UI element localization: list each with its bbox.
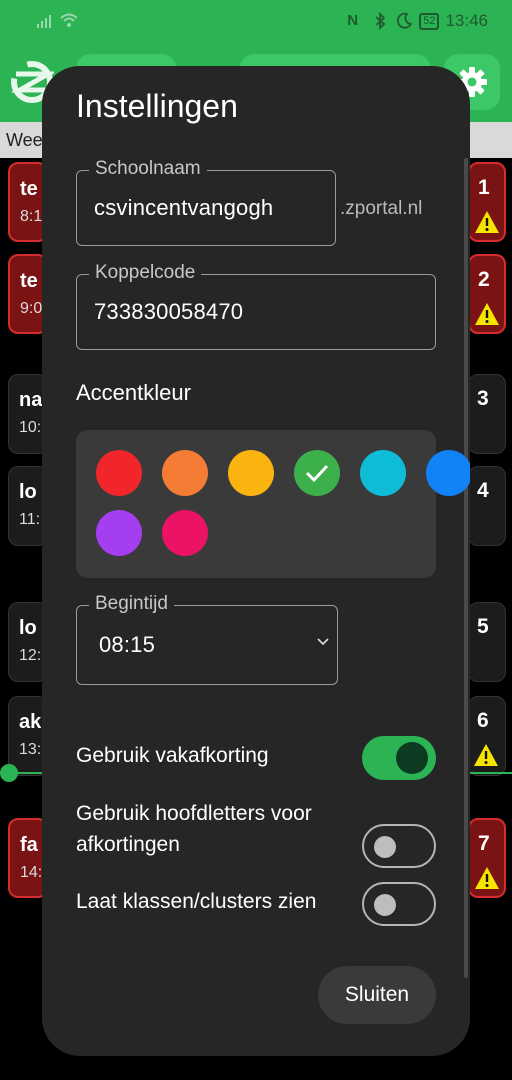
koppelcode-field[interactable]: Koppelcode 733830058470 — [76, 262, 436, 350]
lesson-time: 12: — [19, 647, 42, 664]
bluetooth-icon — [375, 12, 386, 30]
lesson-title: te — [20, 178, 38, 200]
klassen-switch[interactable] — [362, 882, 436, 926]
school-name-label: Schoolnaam — [89, 158, 207, 180]
toggle-label-hoofdletters: Gebruik hoofdletters voor afkortingen — [76, 802, 312, 856]
current-time-dot — [0, 764, 18, 782]
lesson-time: 11: — [19, 511, 41, 528]
lesson-title: fa — [20, 834, 38, 856]
school-name-field[interactable]: Schoolnaam csvincentvangogh — [76, 158, 336, 246]
lesson-card[interactable]: 4 — [468, 466, 506, 546]
lesson-number: 6 — [477, 709, 489, 732]
week-label: Wee — [6, 130, 43, 150]
lesson-title: lo — [19, 481, 37, 503]
scrollbar[interactable] — [464, 158, 468, 978]
lesson-card[interactable]: 6 — [468, 696, 506, 776]
lesson-card[interactable]: 2 — [468, 254, 506, 334]
lesson-number: 4 — [477, 479, 489, 502]
moon-icon — [397, 12, 413, 29]
lesson-card[interactable]: 5 — [468, 602, 506, 682]
warning-icon — [475, 303, 499, 325]
accent-color-swatch[interactable] — [426, 450, 470, 496]
accent-color-swatch[interactable] — [96, 450, 142, 496]
lesson-number: 3 — [477, 387, 489, 410]
koppelcode-value: 733830058470 — [94, 299, 244, 324]
lesson-title: ak — [19, 711, 42, 733]
lesson-time: 14: — [20, 864, 43, 881]
accent-color-swatch[interactable] — [294, 450, 340, 496]
warning-icon — [474, 744, 498, 766]
status-bar: N 52 13:46 — [0, 0, 512, 42]
begintijd-label: Begintijd — [89, 593, 174, 615]
dialog-title: Instellingen — [76, 88, 238, 124]
lesson-number: 2 — [478, 268, 490, 291]
lesson-card[interactable]: 7 — [468, 818, 506, 898]
wifi-icon — [60, 13, 78, 27]
accent-color-swatch[interactable] — [96, 510, 142, 556]
switch-knob — [396, 742, 428, 774]
accent-color-swatch[interactable] — [228, 450, 274, 496]
lesson-card[interactable]: 1 — [468, 162, 506, 242]
warning-icon — [475, 867, 499, 889]
lesson-title: lo — [19, 617, 37, 639]
accent-color-label: Accentkleur — [76, 380, 191, 405]
signal-icon — [37, 15, 51, 28]
begintijd-select[interactable]: Begintijd 08:15 — [76, 593, 338, 685]
school-domain-suffix: .zportal.nl — [340, 198, 423, 219]
lesson-number: 5 — [477, 615, 489, 638]
accent-color-swatch[interactable] — [162, 450, 208, 496]
close-button[interactable]: Sluiten — [318, 966, 436, 1024]
school-name-value: csvincentvangogh — [94, 195, 274, 220]
status-time: 13:46 — [445, 11, 488, 30]
begintijd-value: 08:15 — [99, 632, 156, 657]
checkmark-icon — [305, 464, 329, 483]
lesson-title: na — [19, 389, 43, 411]
lesson-number: 7 — [478, 832, 490, 855]
settings-dialog: Instellingen Schoolnaam csvincentvangogh… — [42, 66, 470, 1056]
chevron-down-icon — [317, 638, 329, 646]
accent-color-swatch[interactable] — [360, 450, 406, 496]
accent-color-swatch[interactable] — [162, 510, 208, 556]
switch-knob — [374, 894, 396, 916]
warning-icon — [475, 211, 499, 233]
switch-knob — [374, 836, 396, 858]
toggle-label-klassen: Laat klassen/clusters zien — [76, 890, 317, 913]
lesson-title: te — [20, 270, 38, 292]
lesson-number: 1 — [478, 176, 490, 199]
battery-icon: 52 — [419, 12, 440, 30]
nfc-icon: N — [347, 12, 359, 29]
lesson-card[interactable]: 3 — [468, 374, 506, 454]
koppelcode-label: Koppelcode — [89, 262, 202, 284]
vakafkorting-switch[interactable] — [362, 736, 436, 780]
accent-color-picker — [76, 430, 470, 578]
current-time-line — [470, 772, 512, 774]
lesson-time: 8:1 — [20, 208, 43, 225]
lesson-time: 10: — [19, 419, 42, 436]
lesson-time: 13: — [19, 741, 42, 758]
hoofdletters-switch[interactable] — [362, 824, 436, 868]
toggle-label-vakafkorting: Gebruik vakafkorting — [76, 744, 269, 767]
lesson-time: 9:0 — [20, 300, 43, 317]
